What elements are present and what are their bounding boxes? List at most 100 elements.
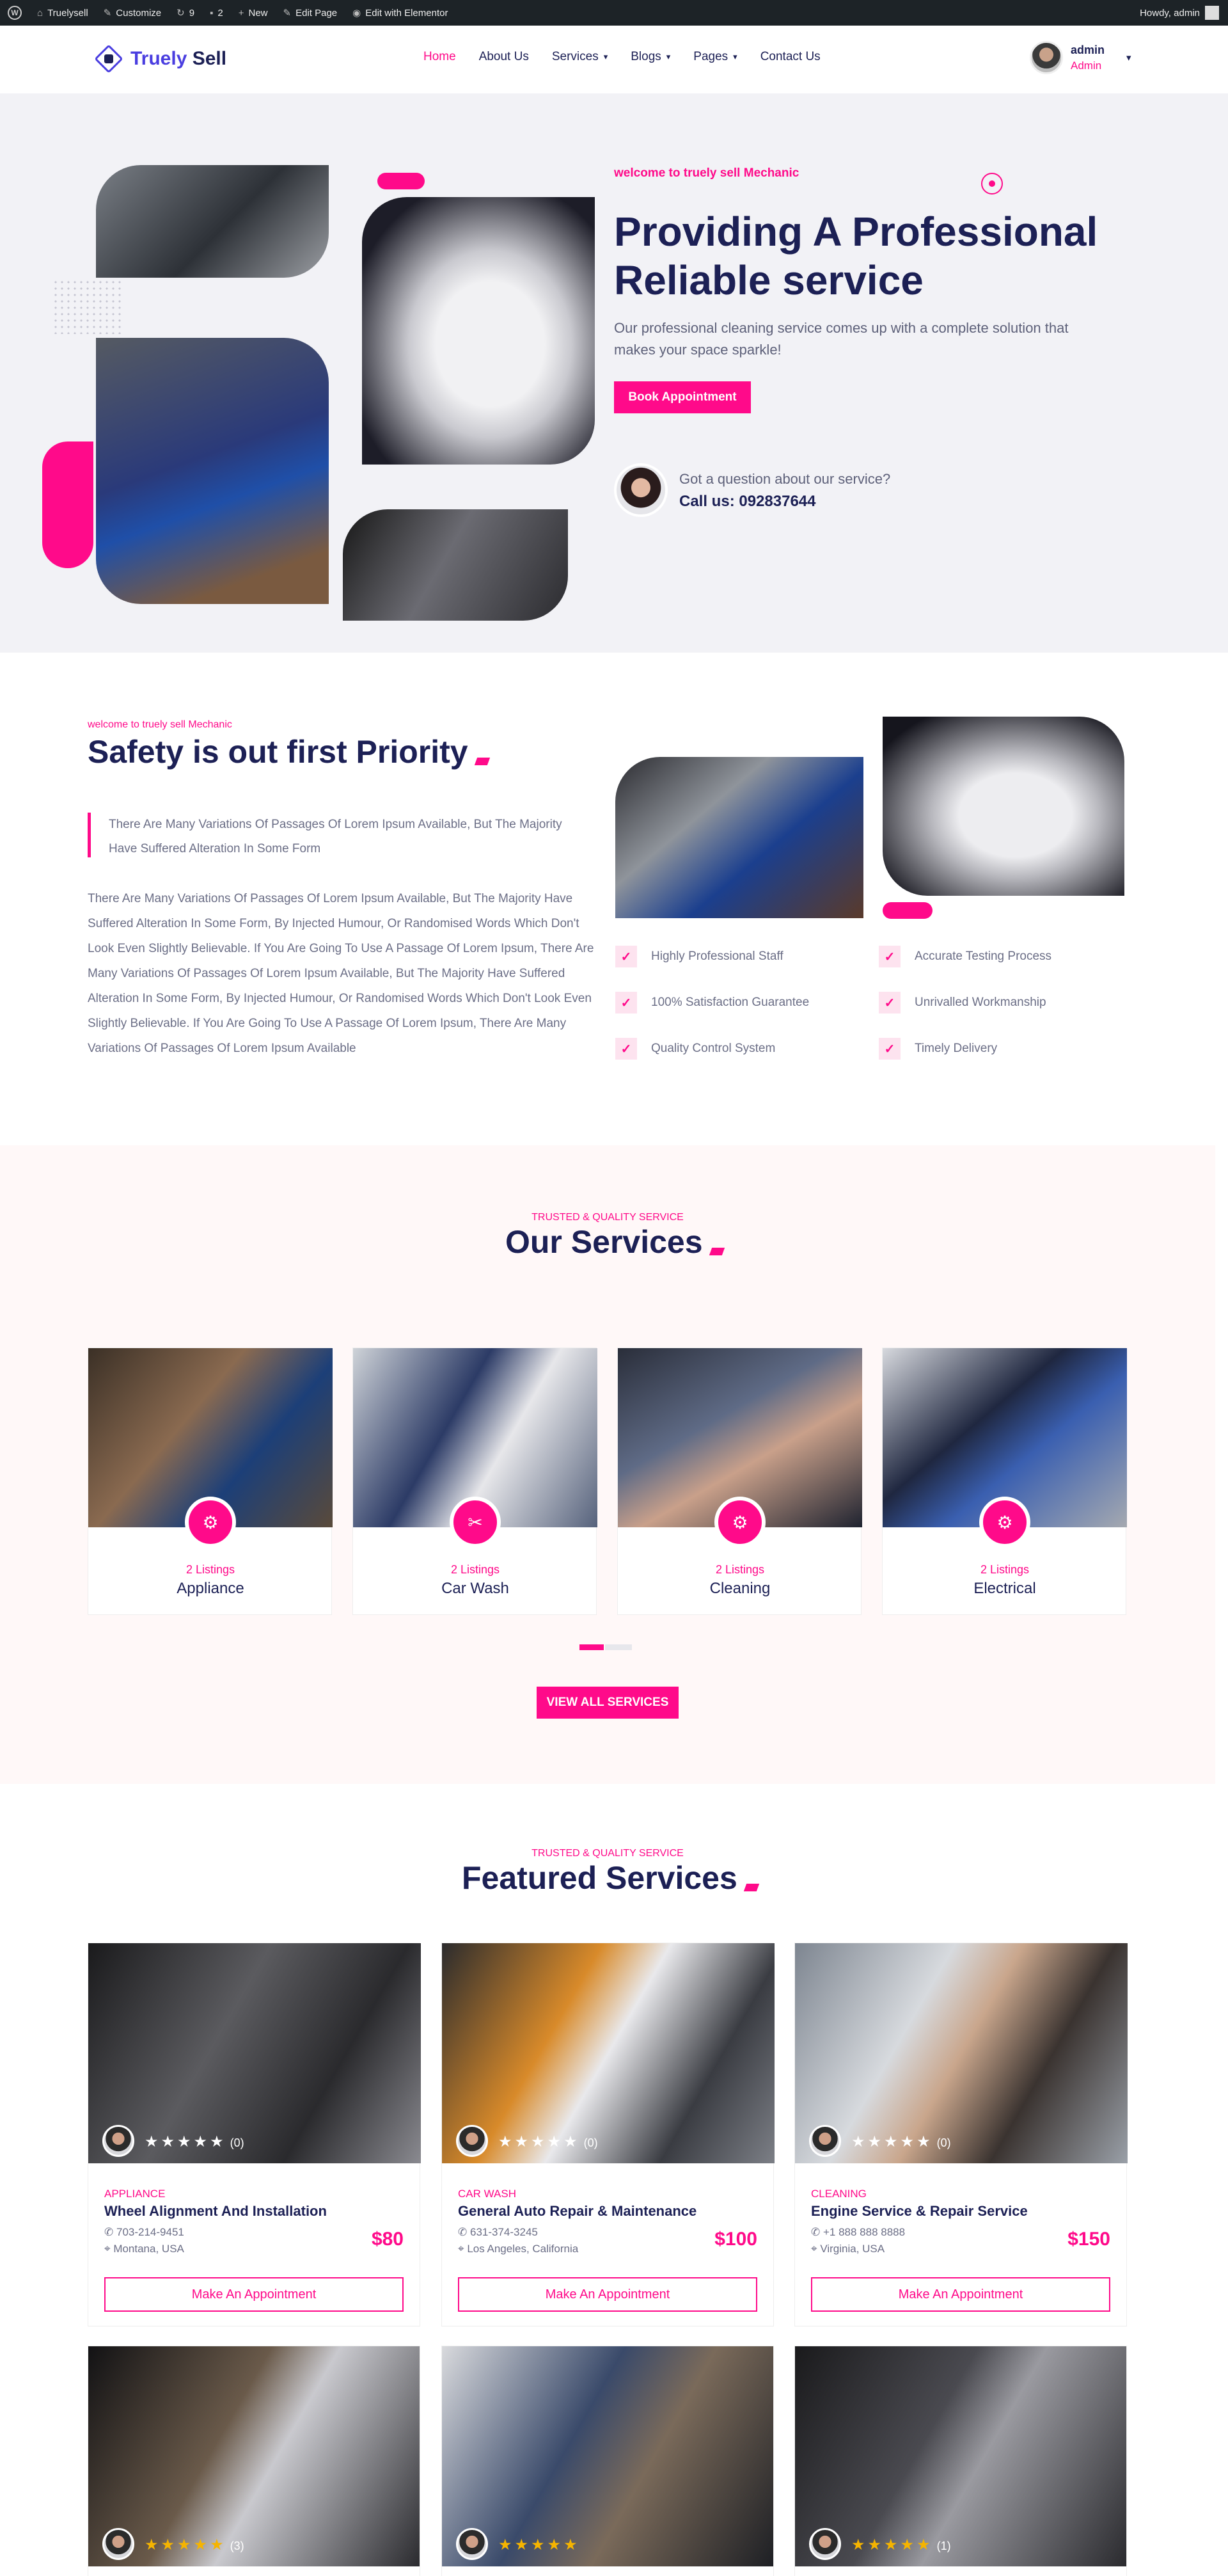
provider-avatar: [809, 2125, 841, 2157]
site-name-item[interactable]: ⌂ Truelysell: [29, 0, 96, 26]
chevron-down-icon: ▾: [666, 52, 671, 61]
user-menu[interactable]: admin Admin ▾: [1030, 41, 1131, 74]
featured-card[interactable]: ★★★★★ (0) APPLIANCE Wheel Alignment And I…: [88, 1943, 421, 2326]
wordpress-icon: W: [8, 6, 22, 20]
carousel-dot-active[interactable]: [579, 1644, 604, 1650]
site-header: Truely Sell Home About Us Services ▾ Blog…: [0, 26, 1228, 93]
phone-icon: ✆: [811, 2226, 821, 2238]
featured-card[interactable]: ★★★★★ (0) CLEANING Engine Service & Repai…: [794, 1943, 1128, 2326]
nav-services[interactable]: Services ▾: [552, 50, 608, 64]
brush-icon: ✎: [103, 8, 112, 19]
make-appointment-button[interactable]: Make An Appointment: [811, 2277, 1110, 2312]
featured-image: [88, 2346, 420, 2566]
location-line: ⌖ Los Angeles, California: [458, 2243, 579, 2255]
updates-item[interactable]: ↻ 9: [169, 0, 202, 26]
location-pin-icon: ⌖: [104, 2243, 111, 2255]
elementor-item[interactable]: ◉ Edit with Elementor: [345, 0, 455, 26]
about-image-wrenches: [883, 717, 1124, 896]
featured-kicker: TRUSTED & QUALITY SERVICE: [531, 1848, 684, 1859]
location-line: ⌖ Virginia, USA: [811, 2243, 885, 2255]
location-pin-icon: ⌖: [458, 2243, 464, 2255]
customize-item[interactable]: ✎ Customize: [96, 0, 169, 26]
hero-kicker: welcome to truely sell Mechanic: [614, 166, 799, 180]
hero-description: Our professional cleaning service comes …: [614, 320, 1069, 358]
about-quote: There Are Many Variations Of Passages Of…: [88, 813, 580, 857]
plus-icon: +: [238, 7, 244, 19]
featured-card[interactable]: ★★★★★ (3): [88, 2346, 420, 2576]
refresh-icon: ↻: [177, 8, 185, 19]
chevron-down-icon: ▾: [733, 52, 737, 61]
provider-avatar: [456, 2528, 488, 2560]
decor-block: [42, 441, 93, 568]
electrical-icon: ⚙: [979, 1497, 1030, 1548]
rating-stars: ★★★★★ (1): [851, 2536, 951, 2554]
featured-image: [795, 2346, 1126, 2566]
provider-avatar: [102, 2528, 134, 2560]
appliance-icon: ⚙: [185, 1497, 236, 1548]
service-card-car-wash[interactable]: ✂ 2 Listings Car Wash: [352, 1348, 597, 1615]
title-dash: [709, 1248, 725, 1255]
phone-icon: ✆: [104, 2226, 114, 2238]
about-image-mechanic: [615, 757, 863, 918]
service-card-electrical[interactable]: ⚙ 2 Listings Electrical: [882, 1348, 1127, 1615]
make-appointment-button[interactable]: Make An Appointment: [104, 2277, 404, 2312]
edit-page-item[interactable]: ✎ Edit Page: [276, 0, 345, 26]
book-appointment-button[interactable]: Book Appointment: [614, 381, 751, 413]
decor-pill: [883, 902, 933, 919]
hero-image-mechanic: [96, 338, 329, 604]
phone-icon: ✆: [458, 2226, 468, 2238]
featured-card[interactable]: ★★★★★: [441, 2346, 774, 2576]
hero-image-wrenches: [362, 197, 595, 465]
hero-image-tire: [96, 165, 329, 278]
rating-stars: ★★★★★ (3): [145, 2536, 244, 2554]
check-icon: ✓: [879, 992, 901, 1014]
wp-admin-bar: W ⌂ Truelysell ✎ Customize ↻ 9 ▪ 2 + New ✎ Edi…: [0, 0, 1228, 26]
nav-pages[interactable]: Pages ▾: [693, 50, 737, 64]
service-card-appliance[interactable]: ⚙ 2 Listings Appliance: [88, 1348, 333, 1615]
comments-item[interactable]: ▪ 2: [202, 0, 231, 26]
featured-card[interactable]: ★★★★★ (0) CAR WASH General Auto Repair & …: [441, 1943, 775, 2326]
rating-stars: ★★★★★ (0): [145, 2133, 244, 2151]
check-icon: ✓: [879, 946, 901, 967]
services-kicker: TRUSTED & QUALITY SERVICE: [531, 1212, 684, 1223]
dot-pattern: [52, 279, 123, 334]
elementor-icon: ◉: [352, 8, 361, 19]
hero-section: welcome to truely sell Mechanic Providin…: [0, 93, 1228, 653]
provider-avatar: [102, 2125, 134, 2157]
carousel-dot[interactable]: [605, 1644, 632, 1650]
phone-line: ✆ 703-214-9451: [104, 2226, 184, 2238]
nav-contact[interactable]: Contact Us: [760, 50, 821, 64]
services-title: Our Services: [505, 1223, 725, 1260]
rating-stars: ★★★★★: [498, 2536, 580, 2554]
location-pin-icon: ⌖: [811, 2243, 817, 2255]
avatar: [1205, 6, 1219, 20]
nav-about[interactable]: About Us: [479, 50, 529, 64]
make-appointment-button[interactable]: Make An Appointment: [458, 2277, 757, 2312]
featured-image: [442, 2346, 773, 2566]
logo-mark-icon: [94, 44, 123, 74]
featured-card[interactable]: ★★★★★ (1): [794, 2346, 1127, 2576]
pencil-icon: ✎: [283, 8, 292, 19]
decor-ring: [981, 173, 1003, 195]
view-all-services-button[interactable]: VIEW ALL SERVICES: [537, 1687, 679, 1719]
account-item[interactable]: Howdy, admin: [1140, 6, 1228, 20]
nav-home[interactable]: Home: [423, 50, 456, 64]
about-kicker: welcome to truely sell Mechanic: [88, 719, 232, 730]
main-nav: Home About Us Services ▾ Blogs ▾ Pages ▾ Co…: [423, 50, 821, 64]
chevron-down-icon: ▾: [1126, 52, 1131, 63]
feature-item: ✓ 100% Satisfaction Guarantee: [615, 992, 809, 1014]
site-logo[interactable]: Truely Sell: [94, 44, 226, 74]
tools-icon: ✂: [450, 1497, 501, 1548]
check-icon: ✓: [615, 946, 637, 967]
nav-blogs[interactable]: Blogs ▾: [631, 50, 670, 64]
featured-image: [88, 1943, 421, 2163]
cleaning-icon: ⚙: [714, 1497, 766, 1548]
hero-image-woman-tools: [343, 509, 568, 621]
call-text[interactable]: Call us: 092837644: [679, 493, 815, 511]
wp-logo-item[interactable]: W: [0, 0, 29, 26]
phone-line: ✆ +1 888 888 8888: [811, 2226, 906, 2238]
new-item[interactable]: + New: [231, 0, 276, 26]
rating-stars: ★★★★★ (0): [851, 2133, 951, 2151]
service-card-cleaning[interactable]: ⚙ 2 Listings Cleaning: [617, 1348, 862, 1615]
chevron-down-icon: ▾: [603, 52, 608, 61]
